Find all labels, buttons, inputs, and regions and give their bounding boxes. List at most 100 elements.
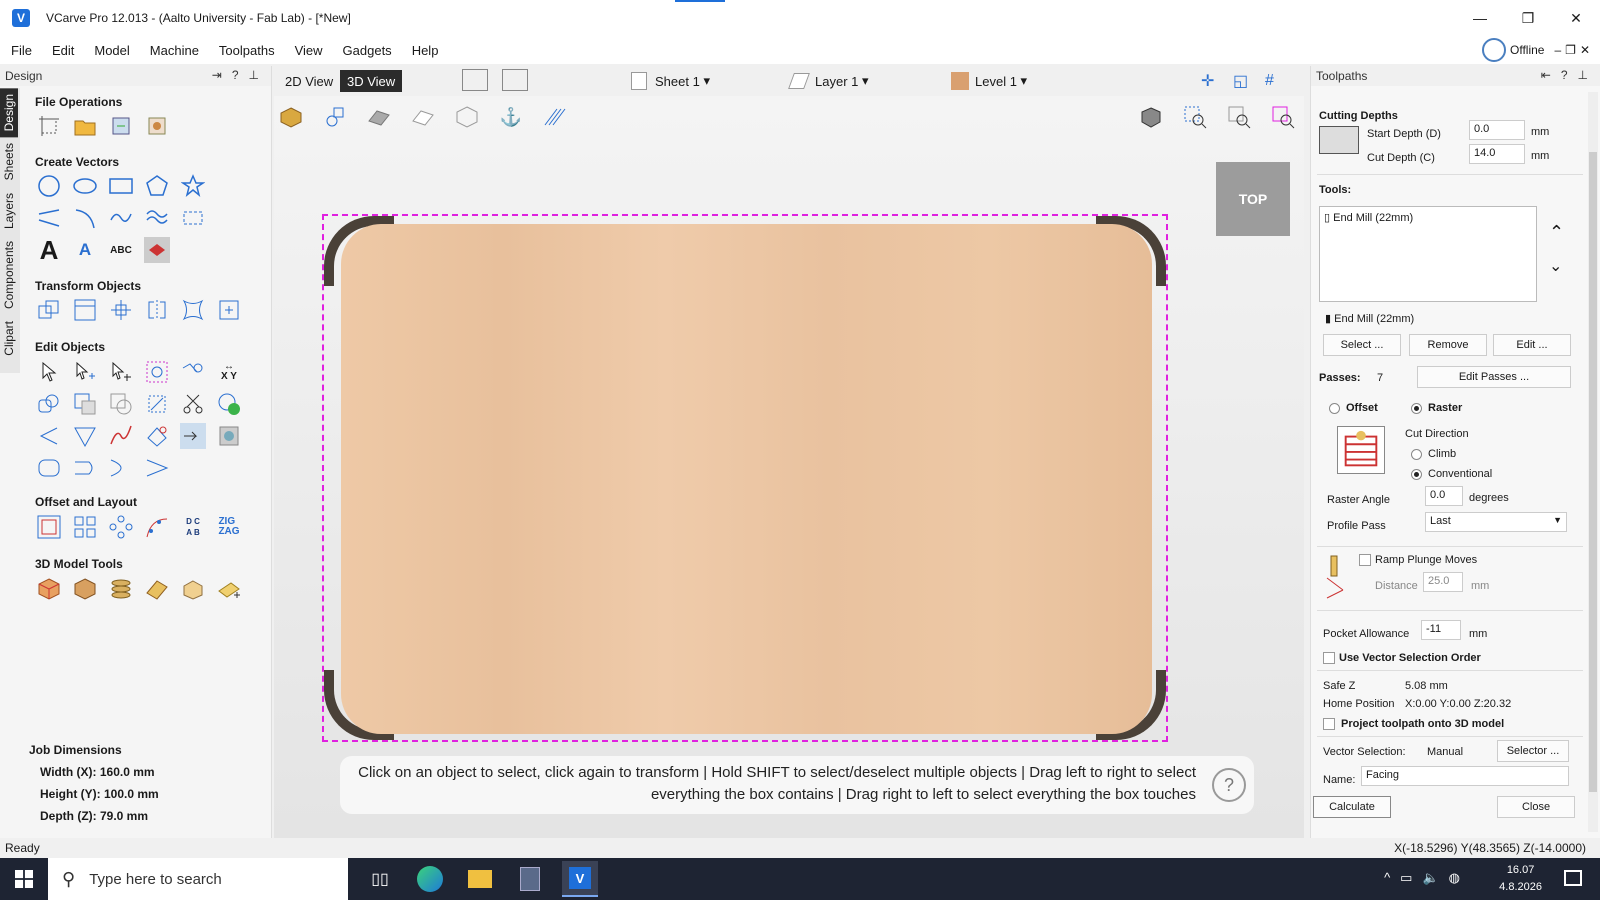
split-horizontal-icon[interactable] xyxy=(462,69,488,91)
align-objects-icon[interactable] xyxy=(108,297,134,323)
sheet-dropdown[interactable]: Sheet 1 ▾ xyxy=(624,70,717,92)
tools-list[interactable]: ▯ End Mill (22mm) xyxy=(1319,206,1537,302)
top-view-cube[interactable]: TOP xyxy=(1216,162,1290,236)
task-view-icon[interactable]: ▯▯ xyxy=(362,861,398,897)
edit-passes-button[interactable]: Edit Passes ... xyxy=(1417,366,1571,388)
project-toolpath-checkbox[interactable] xyxy=(1323,718,1335,730)
validate-vectors-icon[interactable] xyxy=(216,391,242,417)
close-window-button[interactable]: ✕ xyxy=(1552,0,1600,36)
close-vectors-icon[interactable] xyxy=(144,423,170,449)
menu-machine[interactable]: Machine xyxy=(139,43,208,58)
raster-angle-input[interactable]: 0.0 xyxy=(1425,486,1463,506)
copy-along-vector-icon[interactable] xyxy=(144,514,170,540)
toolpaths-scrollbar[interactable] xyxy=(1588,92,1598,832)
toolpaths-help-icon[interactable]: ? xyxy=(1561,68,1568,82)
toolpath-display-icon[interactable] xyxy=(542,104,568,130)
job-setup-icon[interactable] xyxy=(36,113,62,139)
level-dropdown[interactable]: Level 1 ▾ xyxy=(944,70,1034,92)
circular-array-icon[interactable] xyxy=(108,514,134,540)
ramp-plunge-checkbox[interactable] xyxy=(1359,554,1371,566)
selector-button[interactable]: Selector ... xyxy=(1497,740,1569,762)
start-button[interactable] xyxy=(0,858,48,900)
calculate-button[interactable]: Calculate xyxy=(1313,796,1391,818)
model-slice-icon[interactable] xyxy=(144,576,170,602)
set-size-icon[interactable] xyxy=(72,297,98,323)
restore-button[interactable]: ❐ xyxy=(1504,0,1552,36)
weld-icon[interactable] xyxy=(36,391,62,417)
split-vertical-icon[interactable] xyxy=(502,69,528,91)
snap-icon[interactable]: ✛ xyxy=(1194,70,1221,92)
show-model-icon[interactable] xyxy=(366,104,392,130)
wireframe-icon[interactable] xyxy=(454,104,480,130)
line-join-icon[interactable] xyxy=(144,455,170,481)
tab-2d-view[interactable]: 2D View xyxy=(278,70,340,92)
polyline-tool-icon[interactable] xyxy=(36,205,62,231)
start-depth-input[interactable]: 0.0 xyxy=(1469,120,1525,140)
panel-min-icon[interactable]: – xyxy=(1554,43,1561,57)
import-bitmap-icon[interactable] xyxy=(144,113,170,139)
menu-model[interactable]: Model xyxy=(83,43,138,58)
close-button[interactable]: Close xyxy=(1497,796,1575,818)
menu-toolpaths[interactable]: Toolpaths xyxy=(208,43,284,58)
menu-view[interactable]: View xyxy=(284,43,332,58)
tool-list-item[interactable]: ▯ End Mill (22mm) xyxy=(1324,211,1413,224)
toolpath-name-input[interactable]: Facing xyxy=(1361,766,1569,786)
transform-select-icon[interactable] xyxy=(108,359,134,385)
file-explorer-icon[interactable] xyxy=(462,861,498,897)
zoom-extents-icon[interactable] xyxy=(1226,104,1252,130)
battery-icon[interactable]: ▭ xyxy=(1400,870,1412,886)
menu-gadgets[interactable]: Gadgets xyxy=(332,43,401,58)
toolpaths-collapse-icon[interactable]: ⇤ xyxy=(1541,68,1551,82)
array-copy-icon[interactable] xyxy=(72,514,98,540)
distort-icon[interactable] xyxy=(180,297,206,323)
conventional-radio[interactable]: Conventional xyxy=(1411,468,1492,480)
shaded-material-icon[interactable] xyxy=(278,104,304,130)
star-tool-icon[interactable] xyxy=(180,173,206,199)
notifications-icon[interactable] xyxy=(1564,870,1582,886)
show-material-icon[interactable] xyxy=(410,104,436,130)
calculator-icon[interactable] xyxy=(512,861,548,897)
tab-3d-view[interactable]: 3D View xyxy=(340,70,403,92)
panel-restore-icon[interactable]: ❐ xyxy=(1565,43,1576,57)
transform-icon[interactable]: ◱ xyxy=(1226,70,1255,92)
menu-file[interactable]: File xyxy=(0,43,41,58)
dimension-tool-icon[interactable] xyxy=(180,205,206,231)
move-tool-up-icon[interactable]: ⌃ xyxy=(1549,222,1564,243)
view-cube-icon[interactable] xyxy=(1138,104,1164,130)
pocket-allowance-input[interactable]: -11 xyxy=(1421,620,1461,640)
taskbar-clock[interactable]: 16.07 4.8.2026 xyxy=(1499,862,1542,896)
select-tool-button[interactable]: Select ... xyxy=(1323,334,1401,356)
material-selection-box[interactable] xyxy=(322,214,1168,742)
climb-radio[interactable]: Climb xyxy=(1411,448,1456,460)
measure-tool-icon[interactable]: ↔ X Y xyxy=(216,359,242,385)
profile-pass-select[interactable]: Last ▼ xyxy=(1425,512,1567,532)
intersect-icon[interactable] xyxy=(108,391,134,417)
tray-chevron-icon[interactable]: ^ xyxy=(1384,870,1390,886)
polygon-tool-icon[interactable] xyxy=(144,173,170,199)
text-on-curve-icon[interactable]: ABC xyxy=(108,237,134,263)
move-tool-down-icon[interactable]: ⌄ xyxy=(1549,256,1562,276)
menu-help[interactable]: Help xyxy=(401,43,448,58)
remove-tool-button[interactable]: Remove xyxy=(1409,334,1487,356)
chamfer-icon[interactable] xyxy=(72,423,98,449)
zoom-selection-icon[interactable] xyxy=(1270,104,1296,130)
ellipse-tool-icon[interactable] xyxy=(72,173,98,199)
scale-icon[interactable] xyxy=(216,297,242,323)
layer-dropdown[interactable]: Layer 1 ▾ xyxy=(784,70,876,92)
bitmap-edit-icon[interactable] xyxy=(216,423,242,449)
text-tool-icon[interactable]: A xyxy=(36,235,62,265)
arc-join-icon[interactable] xyxy=(108,455,134,481)
toolpaths-pin-icon[interactable]: ⊥ xyxy=(1578,68,1588,82)
extend-icon[interactable] xyxy=(72,455,98,481)
hint-help-icon[interactable]: ? xyxy=(1212,768,1246,802)
vtab-clipart[interactable]: Clipart xyxy=(0,315,18,362)
fillet-icon[interactable] xyxy=(36,423,62,449)
wave-tool-icon[interactable] xyxy=(144,205,170,231)
open-file-icon[interactable] xyxy=(72,113,98,139)
anchor-icon[interactable]: ⚓ xyxy=(498,104,524,130)
collapse-panel-icon[interactable]: ⇥ xyxy=(212,68,222,82)
interactive-trim-icon[interactable] xyxy=(144,359,170,385)
model-stack-icon[interactable] xyxy=(108,576,134,602)
show-vectors-icon[interactable] xyxy=(322,104,348,130)
auto-text-icon[interactable]: A xyxy=(72,237,98,263)
